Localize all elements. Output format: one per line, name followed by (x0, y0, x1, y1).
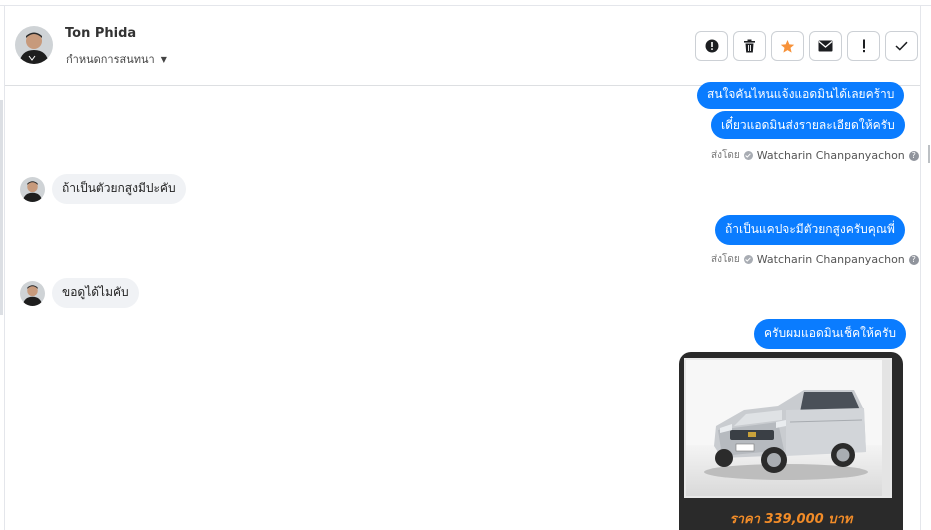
contact-name[interactable]: Ton Phida (65, 26, 136, 41)
message-bubble-outgoing[interactable]: เดี๋ยวแอดมินส่งรายละเอียดให้ครับ (711, 111, 905, 139)
trash-icon (744, 39, 755, 53)
image-attachment[interactable]: ราคา 339,000 บาท (679, 352, 903, 530)
contact-avatar-small[interactable] (20, 281, 45, 306)
caret-down-icon: ▼ (160, 54, 167, 64)
delete-button[interactable] (733, 31, 766, 61)
message-bubble-outgoing[interactable]: สนใจคันไหนแจ้งแอดมินได้เลยคร้าบ (697, 82, 905, 109)
price-label: ราคา 339,000 บาท (729, 512, 853, 527)
contact-avatar-small[interactable] (20, 177, 45, 202)
right-border (920, 5, 921, 530)
contact-avatar[interactable] (15, 26, 53, 64)
scrollbar-thumb[interactable] (928, 145, 930, 163)
sent-by-line: ส่งโดย Watcharin Chanpanyachon ? (711, 252, 919, 267)
star-button[interactable] (771, 31, 804, 61)
car-photo[interactable] (684, 358, 892, 498)
verified-check-icon (743, 255, 753, 264)
mark-unread-button[interactable] (809, 31, 842, 61)
alert-circle-icon (705, 39, 718, 53)
message-bubble-outgoing[interactable]: ครับผมแอดมินเช็คให้ครับ (754, 319, 907, 349)
header-actions (695, 31, 918, 61)
sender-name[interactable]: Watcharin Chanpanyachon (757, 253, 905, 266)
report-button[interactable] (695, 31, 728, 61)
exclamation-icon (862, 39, 865, 53)
conversation-header: Ton Phida กำหนดการสนทนา ▼ (5, 6, 920, 86)
help-icon[interactable]: ? (908, 254, 919, 265)
message-bubble-incoming[interactable]: ถ้าเป็นตัวยกสูงมีปะคับ (52, 174, 186, 204)
sender-name[interactable]: Watcharin Chanpanyachon (757, 149, 905, 162)
conversation-menu[interactable]: กำหนดการสนทนา ▼ (66, 50, 167, 68)
envelope-icon (818, 40, 833, 52)
help-icon[interactable]: ? (908, 150, 919, 161)
message-bubble-incoming[interactable]: ขอดูได้ไมคับ (52, 278, 139, 308)
conversation-menu-label: กำหนดการสนทนา (66, 53, 155, 66)
chat-window: Ton Phida กำหนดการสนทนา ▼ สนใจคันไหนแจ้ง… (0, 0, 931, 530)
sent-by-line: ส่งโดย Watcharin Chanpanyachon ? (711, 148, 919, 163)
sent-by-label: ส่งโดย (711, 150, 740, 161)
done-button[interactable] (885, 31, 918, 61)
sent-by-label: ส่งโดย (711, 254, 740, 265)
left-scroll-indicator[interactable] (0, 100, 3, 315)
pickup-truck-image (686, 360, 890, 496)
star-icon (780, 39, 795, 53)
message-bubble-outgoing[interactable]: ถ้าเป็นแคปจะมีตัวยกสูงครับคุณพี่ (715, 215, 905, 245)
checkmark-icon (895, 41, 908, 51)
important-button[interactable] (847, 31, 880, 61)
verified-check-icon (743, 151, 753, 160)
